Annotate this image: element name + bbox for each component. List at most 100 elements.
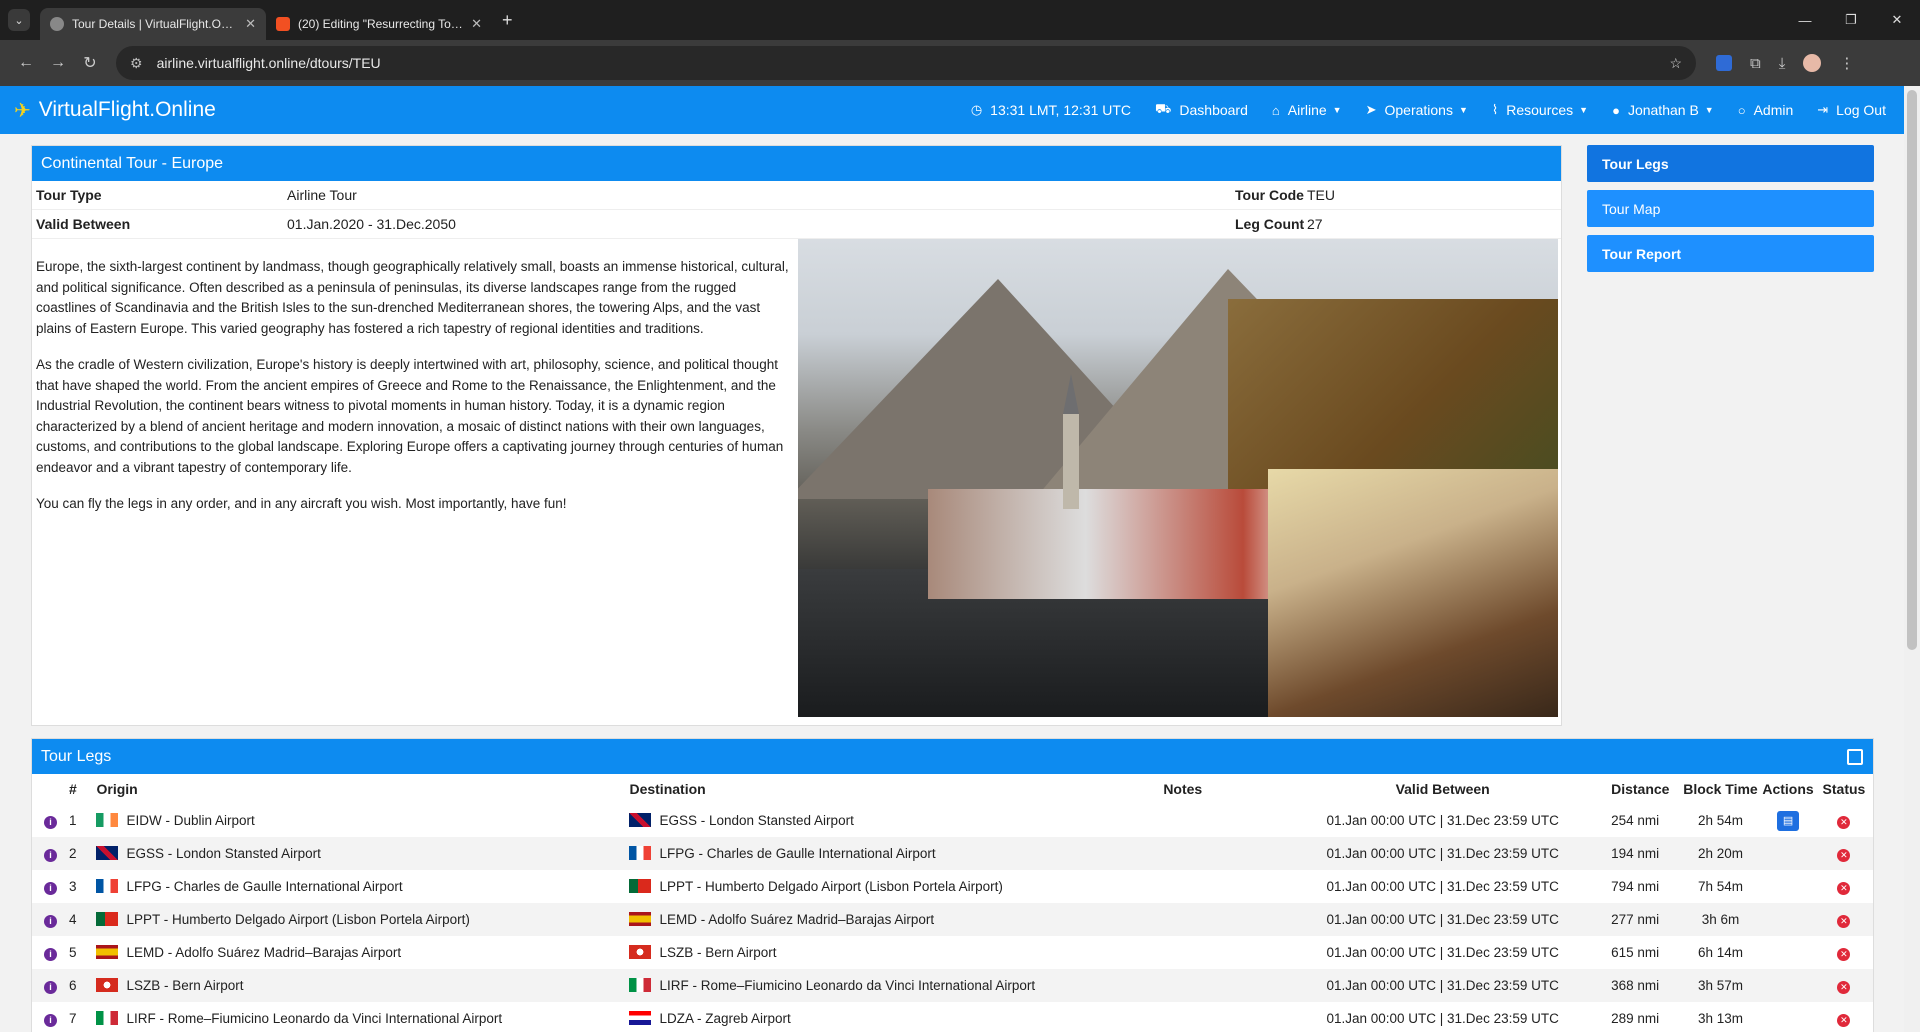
status-incomplete-icon: ✕ xyxy=(1837,1013,1851,1027)
scrollbar-thumb[interactable] xyxy=(1907,90,1917,650)
info-icon[interactable]: i xyxy=(43,848,57,862)
sidebar-item-tour-legs[interactable]: Tour Legs xyxy=(1587,145,1874,182)
profile-avatar[interactable] xyxy=(1803,54,1822,72)
status-incomplete-icon: ✕ xyxy=(1837,848,1851,862)
globe-icon xyxy=(50,17,64,31)
col-num: # xyxy=(68,781,77,797)
leg-destination: LDZA - Zagreb Airport xyxy=(629,1002,1163,1032)
leg-destination: EGSS - London Stansted Airport xyxy=(629,804,1163,837)
leg-notes xyxy=(1163,870,1274,903)
tab-search-chevron-icon[interactable]: ⌄ xyxy=(8,9,30,31)
leg-status: ✕ xyxy=(1815,936,1873,969)
status-incomplete-icon: ✕ xyxy=(1837,947,1851,961)
destination-text: LDZA - Zagreb Airport xyxy=(659,1011,791,1026)
close-window-icon[interactable]: ✕ xyxy=(1874,12,1920,28)
tour-description: Europe, the sixth-largest continent by l… xyxy=(32,239,798,717)
caret-down-icon: ▼ xyxy=(1704,105,1714,115)
tour-sidebar: Tour Legs Tour Map Tour Report xyxy=(1587,145,1874,280)
leg-valid: 01.Jan 00:00 UTC | 31.Dec 23:59 UTC xyxy=(1274,903,1612,936)
status-incomplete-icon: ✕ xyxy=(1837,914,1851,928)
leg-notes xyxy=(1163,804,1274,837)
info-row: Valid Between 01.Jan.2020 - 31.Dec.2050 … xyxy=(32,210,1561,239)
info-icon[interactable]: i xyxy=(43,947,57,961)
tour-landscape-image xyxy=(798,239,1558,717)
flag-icon xyxy=(96,945,119,959)
minimize-icon[interactable]: — xyxy=(1782,13,1828,28)
leg-valid: 01.Jan 00:00 UTC | 31.Dec 23:59 UTC xyxy=(1326,945,1559,960)
user-icon: ● xyxy=(1612,102,1620,118)
leg-block-time: 2h 20m xyxy=(1679,837,1762,870)
brand-link[interactable]: ✈ VirtualFlight.Online xyxy=(14,98,216,123)
nav-operations[interactable]: ➤ Operations ▼ xyxy=(1366,102,1468,118)
leg-block-time: 6h 14m xyxy=(1697,945,1743,960)
bookmark-star-icon[interactable]: ☆ xyxy=(1669,55,1682,72)
leg-distance: 289 nmi xyxy=(1611,1011,1660,1026)
leg-valid: 01.Jan 00:00 UTC | 31.Dec 23:59 UTC xyxy=(1326,1011,1559,1026)
tour-legs-card: Tour Legs # Origin Destination Notes Val… xyxy=(31,738,1874,1032)
destination-text: LPPT - Humberto Delgado Airport (Lisbon … xyxy=(659,879,1003,894)
leg-status: ✕ xyxy=(1814,903,1873,936)
origin-text: LFPG - Charles de Gaulle International A… xyxy=(126,879,403,894)
back-icon[interactable]: ← xyxy=(10,54,42,72)
extension-shield-icon[interactable] xyxy=(1716,55,1732,71)
nav-logout[interactable]: ⇥ Log Out xyxy=(1817,102,1886,118)
leg-status: ✕ xyxy=(1815,804,1873,837)
clock-text: 13:31 LMT, 12:31 UTC xyxy=(990,102,1132,118)
file-pirep-icon[interactable]: ▤ xyxy=(1777,810,1800,831)
browser-tab-active[interactable]: Tour Details | VirtualFlight.Online ✕ xyxy=(40,8,266,40)
caret-down-icon: ▼ xyxy=(1458,105,1468,115)
tour-legs-header: Tour Legs xyxy=(32,739,1873,774)
site-info-icon[interactable]: ⚙ xyxy=(130,55,143,72)
sidebar-item-tour-report[interactable]: Tour Report xyxy=(1587,235,1874,272)
leg-actions xyxy=(1761,969,1815,1002)
flag-icon xyxy=(629,912,652,926)
origin-text: LPPT - Humberto Delgado Airport (Lisbon … xyxy=(126,912,470,927)
close-tab-icon[interactable]: ✕ xyxy=(245,16,256,32)
table-row: i 4 LPPT - Humberto Delgado Airport (Lisbo… xyxy=(32,903,1873,936)
new-tab-button[interactable]: + xyxy=(502,10,513,31)
tour-code-value: TEU xyxy=(1307,187,1335,203)
leg-destination: LPPT - Humberto Delgado Airport (Lisbon … xyxy=(629,870,1163,903)
restore-icon[interactable]: ❐ xyxy=(1828,12,1874,28)
page-scrollbar[interactable] xyxy=(1904,86,1920,1032)
url-input[interactable]: ⚙ airline.virtualflight.online/dtours/TE… xyxy=(116,46,1696,80)
info-icon[interactable]: i xyxy=(43,980,57,994)
status-incomplete-icon: ✕ xyxy=(1837,815,1851,829)
leg-distance: 254 nmi xyxy=(1611,813,1660,828)
destination-text: LIRF - Rome–Fiumicino Leonardo da Vinci … xyxy=(659,978,1036,993)
sidebar-item-tour-map[interactable]: Tour Map xyxy=(1587,190,1874,227)
leg-distance: 194 nmi xyxy=(1611,837,1680,870)
map-icon[interactable] xyxy=(1847,748,1863,765)
nav-resources[interactable]: ⌇ Resources ▼ xyxy=(1492,102,1588,118)
leg-block-time: 7h 54m xyxy=(1697,879,1743,894)
table-row: i 7 LIRF - Rome–Fiumicino Leonardo da Vinc… xyxy=(32,1002,1873,1032)
nav-admin[interactable]: ○ Admin xyxy=(1738,102,1794,118)
app-navbar: ✈ VirtualFlight.Online ◷ 13:31 LMT, 12:31… xyxy=(0,86,1904,134)
nav-dashboard[interactable]: ⛟ Dashboard xyxy=(1155,101,1248,119)
paper-plane-icon: ➤ xyxy=(1365,102,1377,117)
leg-destination: LIRF - Rome–Fiumicino Leonardo da Vinci … xyxy=(629,969,1164,1002)
info-icon[interactable]: i xyxy=(43,815,57,829)
leg-distance: 615 nmi xyxy=(1611,945,1660,960)
leg-status: ✕ xyxy=(1814,969,1873,1002)
info-icon[interactable]: i xyxy=(43,881,57,895)
nav-user[interactable]: ● Jonathan B ▼ xyxy=(1612,102,1714,118)
nav-airline[interactable]: ⌂ Airline ▼ xyxy=(1272,102,1342,118)
close-tab-icon[interactable]: ✕ xyxy=(471,16,482,32)
info-icon[interactable]: i xyxy=(43,1013,57,1027)
flag-icon xyxy=(96,1011,119,1025)
extensions-puzzle-icon[interactable]: ⧉ xyxy=(1750,55,1761,72)
leg-valid: 01.Jan 00:00 UTC | 31.Dec 23:59 UTC xyxy=(1326,879,1559,894)
reload-icon[interactable]: ↻ xyxy=(74,53,106,73)
forward-icon[interactable]: → xyxy=(42,54,74,72)
plane-logo-icon: ✈ xyxy=(14,99,31,122)
nav-operations-label: Operations xyxy=(1384,102,1453,118)
browser-tab[interactable]: (20) Editing "Resurrecting Tours" ✕ xyxy=(266,8,492,40)
info-icon[interactable]: i xyxy=(43,914,57,928)
flag-icon xyxy=(96,879,119,893)
leg-origin: LFPG - Charles de Gaulle International A… xyxy=(96,870,629,903)
download-icon[interactable]: ⤓ xyxy=(1779,55,1786,72)
browser-menu-icon[interactable]: ⋮ xyxy=(1839,54,1854,72)
paperclip-icon: ⌇ xyxy=(1491,102,1499,117)
leg-origin: LEMD - Adolfo Suárez Madrid–Barajas Airp… xyxy=(96,936,629,969)
